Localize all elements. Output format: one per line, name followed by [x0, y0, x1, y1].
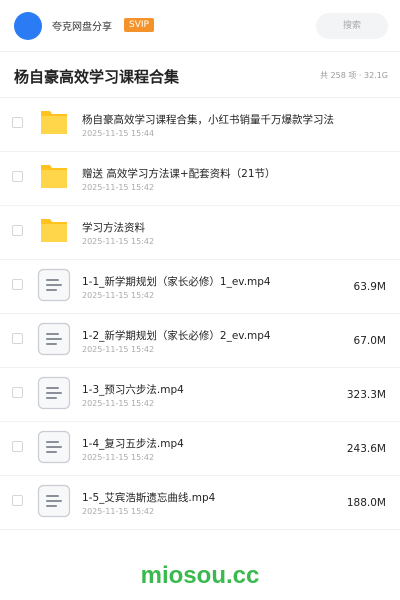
- share-name: 夸克网盘分享: [52, 22, 112, 33]
- file-row[interactable]: 1-4_复习五步法.mp4 2025-11-15 15:42 243.6M: [0, 422, 400, 476]
- file-size: 67.0M: [353, 335, 386, 347]
- file-row[interactable]: 1-3_预习六步法.mp4 2025-11-15 15:42 323.3M: [0, 368, 400, 422]
- file-row[interactable]: 学习方法资料 2025-11-15 15:42: [0, 206, 400, 260]
- file-row[interactable]: 1-2_新学期规划（家长必修）2_ev.mp4 2025-11-15 15:42…: [0, 314, 400, 368]
- file-name: 1-1_新学期规划（家长必修）1_ev.mp4: [82, 276, 271, 288]
- file-name: 杨自豪高效学习课程合集，小红书销量千万爆款学习法: [82, 114, 334, 126]
- file-date: 2025-11-15 15:42: [82, 345, 155, 354]
- video-file-icon: [37, 268, 71, 302]
- file-row[interactable]: 1-5_艾宾浩斯遗忘曲线.mp4 2025-11-15 15:42 188.0M: [0, 476, 400, 530]
- file-size: 63.9M: [353, 281, 386, 293]
- video-file-icon: [37, 376, 71, 410]
- video-file-icon: [37, 430, 71, 464]
- row-checkbox[interactable]: [12, 495, 23, 506]
- file-size: 243.6M: [346, 443, 386, 455]
- svip-badge: SVIP: [124, 18, 154, 32]
- top-bar: 夸克网盘分享 SVIP: [0, 0, 400, 52]
- avatar[interactable]: [14, 12, 42, 40]
- file-size: 188.0M: [346, 497, 386, 509]
- file-name: 1-4_复习五步法.mp4: [82, 438, 184, 450]
- file-list: 杨自豪高效学习课程合集，小红书销量千万爆款学习法 2025-11-15 15:4…: [0, 98, 400, 530]
- folder-icon: [41, 111, 67, 134]
- file-size: 323.3M: [346, 389, 386, 401]
- file-date: 2025-11-15 15:42: [82, 291, 155, 300]
- row-checkbox[interactable]: [12, 387, 23, 398]
- row-checkbox[interactable]: [12, 333, 23, 344]
- file-name: 1-2_新学期规划（家长必修）2_ev.mp4: [82, 330, 271, 342]
- title-row: 杨自豪高效学习课程合集 共 258 项 · 32.1G: [0, 52, 400, 98]
- row-checkbox[interactable]: [12, 441, 23, 452]
- file-date: 2025-11-15 15:44: [82, 129, 155, 138]
- row-checkbox[interactable]: [12, 279, 23, 290]
- file-date: 2025-11-15 15:42: [82, 507, 155, 516]
- folder-icon: [41, 219, 67, 242]
- file-date: 2025-11-15 15:42: [82, 399, 155, 408]
- file-name: 1-3_预习六步法.mp4: [82, 384, 184, 396]
- file-name: 赠送 高效学习方法课+配套资料（21节）: [82, 168, 276, 180]
- search-input[interactable]: [316, 13, 388, 39]
- file-row[interactable]: 1-1_新学期规划（家长必修）1_ev.mp4 2025-11-15 15:42…: [0, 260, 400, 314]
- row-checkbox[interactable]: [12, 225, 23, 236]
- row-checkbox[interactable]: [12, 171, 23, 182]
- video-file-icon: [37, 322, 71, 356]
- page-title: 杨自豪高效学习课程合集: [14, 68, 180, 86]
- file-date: 2025-11-15 15:42: [82, 237, 155, 246]
- file-row[interactable]: 杨自豪高效学习课程合集，小红书销量千万爆款学习法 2025-11-15 15:4…: [0, 98, 400, 152]
- row-checkbox[interactable]: [12, 117, 23, 128]
- watermark: miosou.cc: [140, 562, 260, 589]
- item-summary: 共 258 项 · 32.1G: [320, 71, 388, 80]
- file-date: 2025-11-15 15:42: [82, 183, 155, 192]
- file-name: 学习方法资料: [82, 222, 145, 234]
- file-date: 2025-11-15 15:42: [82, 453, 155, 462]
- file-name: 1-5_艾宾浩斯遗忘曲线.mp4: [82, 492, 216, 504]
- file-row[interactable]: 赠送 高效学习方法课+配套资料（21节） 2025-11-15 15:42: [0, 152, 400, 206]
- folder-icon: [41, 165, 67, 188]
- video-file-icon: [37, 484, 71, 518]
